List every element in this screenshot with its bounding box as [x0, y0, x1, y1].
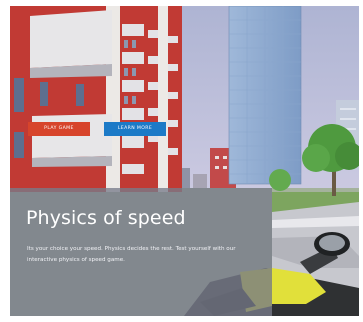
hero-description: Its your choice your speed. Physics deci…	[27, 246, 236, 263]
play-game-button[interactable]: PLAY GAME	[28, 122, 90, 136]
hero-banner: Physics of speed Its your choice your sp…	[10, 6, 359, 316]
learn-more-button[interactable]: LEARN MORE	[104, 122, 166, 136]
apartment-building-icon	[10, 6, 182, 192]
glass-tower-icon	[228, 6, 302, 185]
hero-title: Physics of speed	[26, 207, 186, 229]
hero-overlay-panel: Physics of speed Its your choice your sp…	[10, 188, 272, 316]
